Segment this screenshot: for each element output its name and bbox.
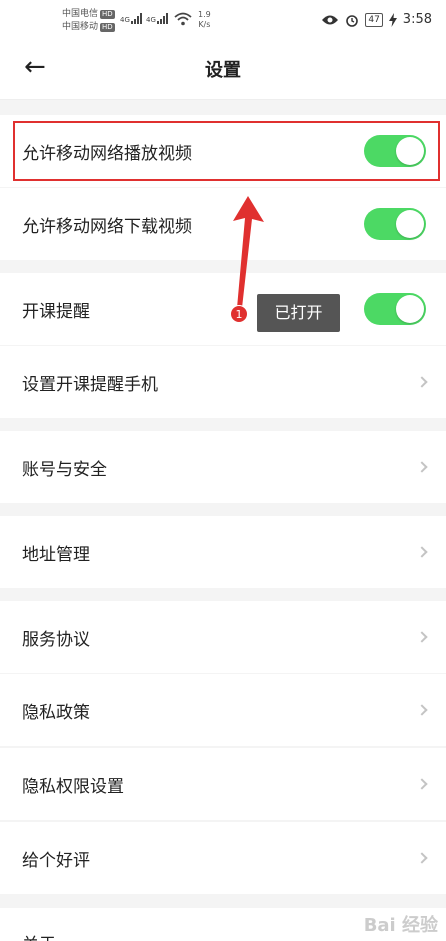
setting-row-reminder-phone[interactable]: 设置开课提醒手机 xyxy=(0,346,446,418)
setting-label: 隐私权限设置 xyxy=(22,776,124,797)
setting-row-rate[interactable]: 给个好评 xyxy=(0,822,446,894)
eye-icon xyxy=(322,15,339,24)
setting-row-address[interactable]: 地址管理 xyxy=(0,516,446,588)
toggle-knob xyxy=(396,210,424,238)
setting-label: 隐私政策 xyxy=(22,702,90,723)
setting-row-privacy-permissions[interactable]: 隐私权限设置 xyxy=(0,748,446,820)
battery-icon: 47 xyxy=(365,12,383,27)
carrier-2: 中国移动 HD xyxy=(62,22,115,32)
setting-label: 地址管理 xyxy=(22,544,90,565)
alarm-icon xyxy=(346,14,359,27)
setting-row-account-security[interactable]: 账号与安全 xyxy=(0,431,446,503)
page-title: 设置 xyxy=(205,60,241,81)
setting-row-service-agreement[interactable]: 服务协议 xyxy=(0,601,446,673)
status-right: 47 3:58 xyxy=(321,12,432,27)
annotation-badge: 1 xyxy=(230,305,248,323)
setting-row-mobile-download[interactable]: 允许移动网络下载视频 xyxy=(0,188,446,260)
toggle-knob xyxy=(396,295,424,323)
title-bar: ← 设置 xyxy=(0,40,446,100)
signal-icon-2: 4G xyxy=(146,13,168,24)
wifi-icon xyxy=(174,12,192,26)
class-reminder-toggle[interactable] xyxy=(364,293,426,325)
setting-row-class-reminder[interactable]: 开课提醒 xyxy=(0,273,446,345)
signal-icon-1: 4G xyxy=(120,13,142,24)
highlight-box xyxy=(13,121,440,181)
setting-label: 给个好评 xyxy=(22,850,90,871)
clock: 3:58 xyxy=(402,12,432,27)
annotation-tooltip: 已打开 xyxy=(257,294,340,332)
watermark: Bai 经验 xyxy=(363,915,438,936)
mobile-download-toggle[interactable] xyxy=(364,208,426,240)
setting-label: 账号与安全 xyxy=(22,459,107,480)
setting-label: 服务协议 xyxy=(22,629,90,650)
setting-row-privacy-policy[interactable]: 隐私政策 xyxy=(0,674,446,746)
charging-icon xyxy=(388,12,397,27)
setting-label: 设置开课提醒手机 xyxy=(22,374,158,395)
net-speed: 1.9 K/s xyxy=(198,10,211,29)
carrier-1: 中国电信 HD xyxy=(62,9,115,19)
status-bar: 中国电信 HD 中国移动 HD 4G 4G 1.9 K/s 47 3:58 xyxy=(0,0,446,40)
